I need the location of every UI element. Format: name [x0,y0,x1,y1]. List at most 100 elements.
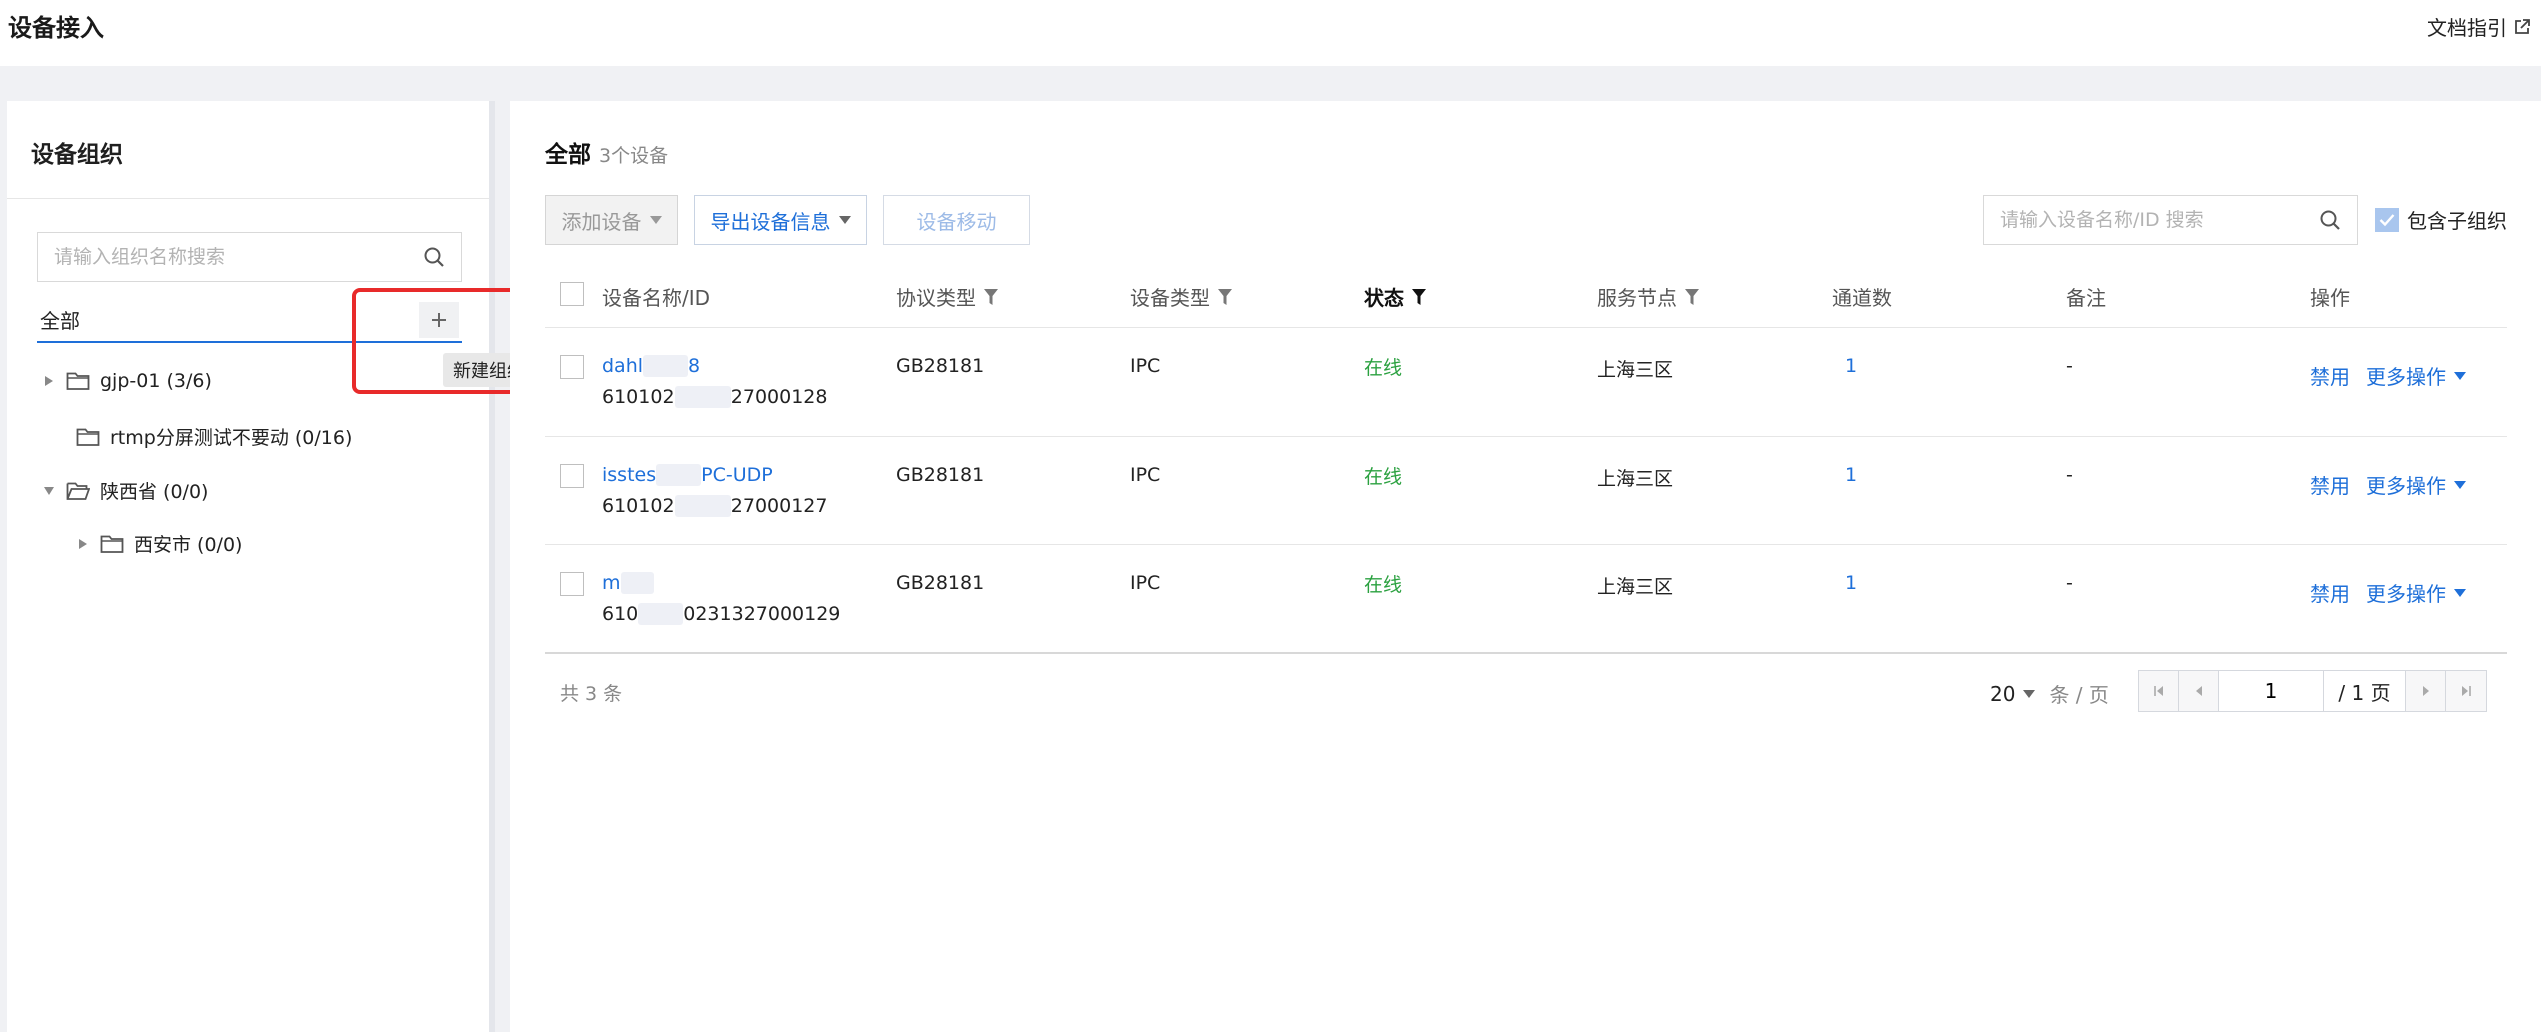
device-id-part: 610 [602,603,639,625]
device-search-field[interactable] [1983,195,2358,245]
filter-icon[interactable] [984,288,998,305]
more-actions-button[interactable]: 更多操作 [2366,470,2466,499]
next-page-icon [2421,685,2431,697]
device-type-cell: IPC [1130,355,1161,377]
more-actions-label: 更多操作 [2366,365,2446,389]
filter-icon[interactable] [1218,288,1232,305]
col-status: 状态 [1364,282,1426,311]
org-search-field[interactable] [37,232,462,282]
move-device-label: 设备移动 [916,209,997,234]
header-divider [545,327,2507,328]
channels-link[interactable]: 1 [1845,572,1857,594]
remark-cell: - [2066,464,2073,486]
row-checkbox[interactable] [560,355,584,379]
caret-down-icon [2454,371,2466,380]
device-name-link[interactable]: isstesxxxxPC-UDP [602,464,773,486]
col-status-label: 状态 [1364,286,1404,310]
caret-right-icon[interactable] [76,537,90,551]
col-device-type: 设备类型 [1130,282,1232,311]
first-page-button[interactable] [2139,671,2179,711]
col-protocol: 协议类型 [896,282,998,311]
row-actions: 禁用 更多操作 [2310,470,2466,499]
device-count: 3个设备 [599,145,669,167]
device-id: 610102xxxxx27000127 [602,495,827,517]
search-icon[interactable] [2319,209,2341,231]
caret-down-icon [2454,480,2466,489]
col-remark-label: 备注 [2066,286,2106,310]
device-search-input[interactable] [2000,209,2319,231]
page-size-unit: 条 / 页 [2049,683,2109,707]
device-name-part: PC-UDP [701,464,773,486]
external-link-icon [2513,18,2531,36]
status-badge: 在线 [1364,466,1403,488]
page-size-select[interactable]: 20 条 / 页 [1990,679,2109,708]
tree-item-xian[interactable]: 西安市 (0/0) [76,530,242,557]
select-all-checkbox[interactable] [560,282,584,306]
caret-down-icon[interactable] [42,484,56,498]
row-actions: 禁用 更多操作 [2310,361,2466,390]
col-actions: 操作 [2310,282,2350,311]
last-page-button[interactable] [2446,671,2486,711]
prev-page-icon [2194,685,2204,697]
channels-link[interactable]: 1 [1845,464,1857,486]
caret-right-icon[interactable] [42,374,56,388]
export-button[interactable]: 导出设备信息 [694,195,867,245]
device-id-part: 0231327000129 [683,603,841,625]
redacted-mask: xxxxx [674,386,731,408]
next-page-button[interactable] [2406,671,2446,711]
org-all-item[interactable]: 全部 [40,305,80,334]
page-header [0,0,2541,66]
device-name-link[interactable]: mxxx [602,572,655,594]
caret-down-icon [2454,588,2466,597]
device-name-link[interactable]: dahlxxxx8 [602,355,700,377]
disable-button[interactable]: 禁用 [2310,578,2350,607]
more-actions-button[interactable]: 更多操作 [2366,578,2466,607]
device-id: 610xxxx0231327000129 [602,603,840,625]
remark-cell: - [2066,355,2073,377]
device-type-cell: IPC [1130,464,1161,486]
org-search-input[interactable] [54,246,423,268]
protocol-cell: GB28181 [896,572,985,594]
row-checkbox[interactable] [560,464,584,488]
device-id-part: 27000127 [730,495,828,517]
device-type-cell: IPC [1130,572,1161,594]
add-device-button[interactable]: 添加设备 [545,195,678,245]
device-name-part: 8 [688,355,701,377]
device-id-part: 610102 [602,495,675,517]
device-id-part: 27000128 [730,386,828,408]
tree-item-gjp-01[interactable]: gjp-01 (3/6) [42,370,212,392]
tree-item-shaanxi[interactable]: 陕西省 (0/0) [42,477,208,504]
page-number-input[interactable] [2219,671,2324,711]
status-badge: 在线 [1364,357,1403,379]
tree-item-rtmp[interactable]: rtmp分屏测试不要动 (0/16) [76,423,352,450]
page-size-number: 20 [1990,681,2016,706]
total-count: 共 3 条 [560,683,623,705]
device-name-part: m [602,572,621,594]
include-sub-checkbox[interactable]: 包含子组织 [2375,205,2507,234]
search-icon[interactable] [423,246,445,268]
prev-page-button[interactable] [2179,671,2219,711]
row-divider [545,436,2507,437]
row-checkbox[interactable] [560,572,584,596]
col-remark: 备注 [2066,282,2106,311]
filter-icon[interactable] [1685,288,1699,305]
doc-link[interactable]: 文档指引 [2427,12,2531,41]
sidebar-title: 设备组织 [31,142,123,168]
page-title: 设备接入 [8,14,104,42]
caret-down-icon [649,216,662,224]
disable-button[interactable]: 禁用 [2310,470,2350,499]
col-protocol-label: 协议类型 [896,286,976,310]
tree-item-label: 陕西省 (0/0) [100,481,209,503]
row-actions: 禁用 更多操作 [2310,578,2466,607]
status-badge: 在线 [1364,574,1403,596]
first-page-icon [2153,685,2165,697]
move-device-button[interactable]: 设备移动 [883,195,1030,245]
filter-icon[interactable] [1412,288,1426,305]
checkbox-checked[interactable] [2375,207,2399,232]
more-actions-button[interactable]: 更多操作 [2366,361,2466,390]
channels-link[interactable]: 1 [1845,355,1857,377]
disable-button[interactable]: 禁用 [2310,361,2350,390]
tree-item-label: gjp-01 (3/6) [100,370,212,392]
row-divider [545,544,2507,545]
page-size-value[interactable]: 20 [1990,681,2036,706]
